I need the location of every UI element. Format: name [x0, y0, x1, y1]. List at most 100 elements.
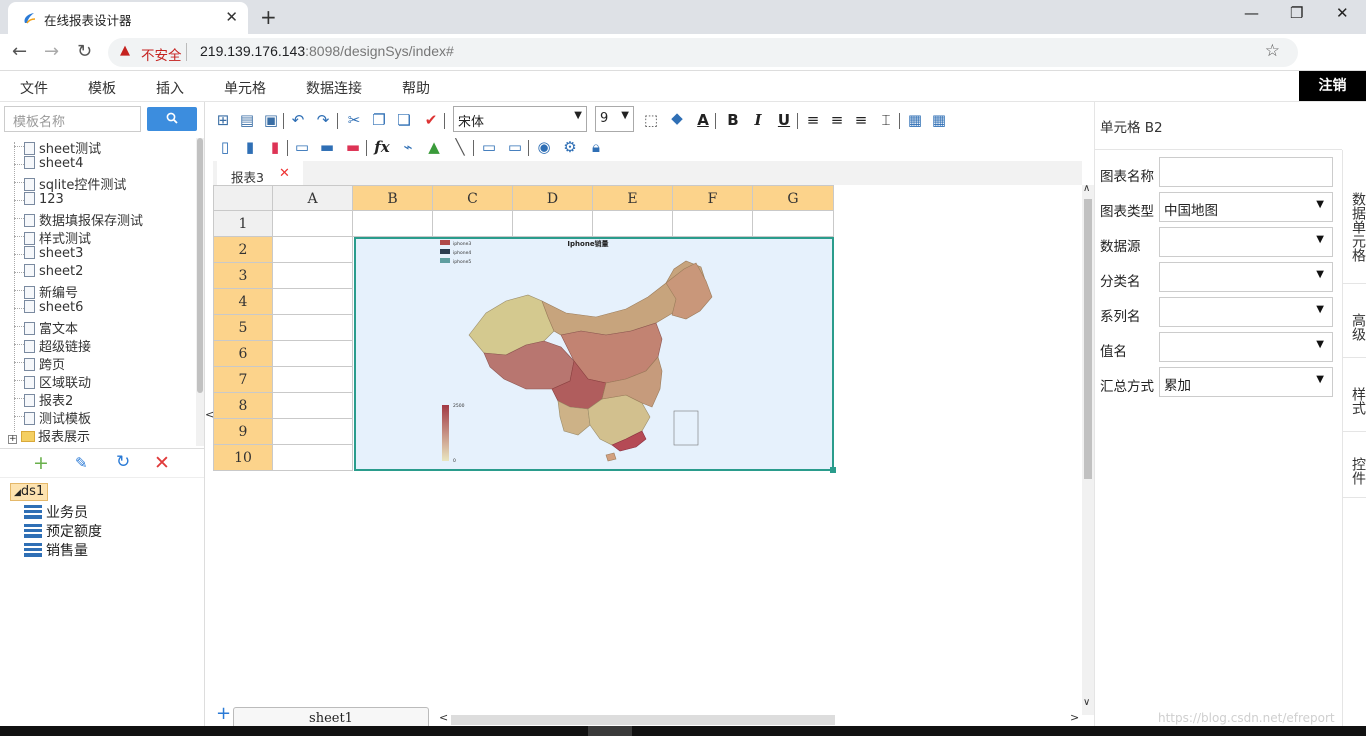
folder-item[interactable]: + 报表展示 [8, 426, 90, 445]
format-painter-icon[interactable]: ✔ [421, 110, 441, 130]
delete-column-icon[interactable]: ▮ [265, 137, 285, 157]
china-map-chart-cell[interactable]: iphone3 iphone4 iphone5 Iphone销量 2500 0 [354, 237, 834, 471]
formula-icon[interactable]: fx [372, 137, 392, 157]
align-left-icon[interactable]: ≡ [803, 110, 823, 130]
scroll-down-icon[interactable]: ∨ [1083, 697, 1090, 708]
row-header[interactable]: 7 [213, 367, 273, 393]
bookmark-star-icon[interactable]: ☆ [1265, 41, 1280, 61]
redo-icon[interactable]: ↷ [313, 110, 333, 130]
copy-icon[interactable]: ❐ [369, 110, 389, 130]
font-color-icon[interactable]: A [693, 110, 713, 130]
cell-a8[interactable] [273, 393, 353, 419]
template-item[interactable]: sheet4 [14, 156, 83, 174]
font-size-select[interactable]: 9 ▼ [595, 106, 634, 132]
menu-help[interactable]: 帮助 [402, 78, 430, 98]
template-item[interactable]: sqlite控件测试 [14, 174, 126, 193]
forward-icon[interactable]: → [44, 41, 59, 62]
cell-a4[interactable] [273, 289, 353, 315]
series-select[interactable]: ▼ [1159, 297, 1333, 327]
menu-file[interactable]: 文件 [20, 78, 48, 98]
scroll-up-icon[interactable]: ∧ [1083, 183, 1090, 194]
column-header[interactable]: A [273, 185, 353, 211]
chart-name-input[interactable] [1159, 157, 1333, 187]
dataset-field[interactable]: 销售量 [24, 540, 88, 560]
font-family-select[interactable]: 宋体 ▼ [453, 106, 587, 132]
refresh-dataset-button[interactable]: ↻ [116, 452, 130, 472]
underline-icon[interactable]: U [774, 110, 794, 130]
cell-a1[interactable] [273, 211, 353, 237]
sheet-tab[interactable]: sheet1 [233, 707, 429, 727]
datasource-select[interactable]: ▼ [1159, 227, 1333, 257]
undo-icon[interactable]: ↶ [288, 110, 308, 130]
insert-row-above-icon[interactable]: ▭ [292, 137, 312, 157]
column-header[interactable]: C [433, 185, 513, 211]
edit-dataset-button[interactable]: ✎ [75, 454, 88, 472]
grid-scrollbar-thumb[interactable] [1084, 199, 1092, 479]
split-cells-icon[interactable]: ▦ [929, 110, 949, 130]
resize-handle[interactable] [830, 467, 836, 473]
cell-c1[interactable] [433, 211, 513, 237]
tree-scrollbar[interactable] [196, 138, 204, 446]
menu-data-connection[interactable]: 数据连接 [306, 78, 362, 98]
cell-a5[interactable] [273, 315, 353, 341]
template-item[interactable]: sheet2 [14, 264, 83, 282]
tab-style[interactable]: 样式 [1343, 358, 1366, 432]
dataset-field[interactable]: 预定额度 [24, 521, 102, 541]
chart-type-select[interactable]: 中国地图 ▼ [1159, 192, 1333, 222]
cell-a7[interactable] [273, 367, 353, 393]
cell-d1[interactable] [513, 211, 593, 237]
eye-icon[interactable]: ◉ [534, 137, 554, 157]
reload-icon[interactable]: ↻ [77, 41, 92, 62]
preview-icon[interactable]: ▤ [237, 110, 257, 130]
delete-dataset-button[interactable]: ✕ [154, 452, 170, 474]
template-item[interactable]: sheet3 [14, 246, 83, 264]
dataset-field[interactable]: 业务员 [24, 502, 88, 522]
cell-a10[interactable] [273, 445, 353, 471]
menu-cell[interactable]: 单元格 [224, 78, 266, 98]
expand-icon[interactable]: + [8, 435, 17, 444]
template-item[interactable]: 跨页 [14, 354, 65, 373]
minimize-icon[interactable]: — [1244, 4, 1259, 22]
template-item[interactable]: 超级链接 [14, 336, 91, 355]
row-header[interactable]: 9 [213, 419, 273, 445]
row-header[interactable]: 6 [213, 341, 273, 367]
insert-column-left-icon[interactable]: ▯ [215, 137, 235, 157]
cell-a9[interactable] [273, 419, 353, 445]
scroll-left-icon[interactable]: < [439, 711, 448, 724]
aggregate-select[interactable]: 累加 ▼ [1159, 367, 1333, 397]
bold-icon[interactable]: B [723, 110, 743, 130]
template-item[interactable]: 123 [14, 192, 64, 210]
slash-line-icon[interactable]: ╲ [450, 137, 470, 157]
cut-icon[interactable]: ✂ [344, 110, 364, 130]
scroll-right-icon[interactable]: > [1070, 711, 1079, 724]
row-header[interactable]: 4 [213, 289, 273, 315]
valign-icon[interactable]: ⌶ [876, 110, 896, 130]
merge-cells-icon[interactable]: ▦ [905, 110, 925, 130]
report-tab[interactable]: 报表3 ✕ [217, 161, 303, 185]
template-item[interactable]: 新编号 [14, 282, 78, 301]
address-bar[interactable]: ▲ 不安全 219.139.176.143:8098/designSys/ind… [108, 38, 1298, 67]
save-icon[interactable]: ▣ [261, 110, 281, 130]
column-header[interactable]: B [353, 185, 433, 211]
cell-a2[interactable] [273, 237, 353, 263]
menu-insert[interactable]: 插入 [156, 78, 184, 98]
cell-f1[interactable] [673, 211, 753, 237]
column-header[interactable]: D [513, 185, 593, 211]
settings-gear-icon[interactable]: ⚙ [560, 137, 580, 157]
insert-column-right-icon[interactable]: ▮ [240, 137, 260, 157]
header-icon[interactable]: ▭ [479, 137, 499, 157]
cell-a3[interactable] [273, 263, 353, 289]
close-report-tab-icon[interactable]: ✕ [279, 166, 290, 181]
window-close-icon[interactable]: ✕ [1336, 4, 1349, 22]
fill-color-icon[interactable]: ◆ [667, 108, 687, 128]
image-icon[interactable]: ▲ [424, 137, 444, 157]
menu-template[interactable]: 模板 [88, 78, 116, 98]
row-header[interactable]: 10 [213, 445, 273, 471]
template-search-input[interactable]: 模板名称 [4, 106, 141, 132]
grid-vertical-scrollbar[interactable]: ∧ ∨ [1082, 183, 1094, 715]
grid-corner[interactable] [213, 185, 273, 211]
category-select[interactable]: ▼ [1159, 262, 1333, 292]
row-header[interactable]: 3 [213, 263, 273, 289]
template-item[interactable]: 区域联动 [14, 372, 91, 391]
close-tab-icon[interactable]: ✕ [225, 8, 238, 26]
